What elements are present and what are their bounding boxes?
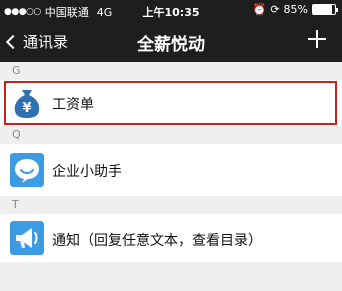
section-header-g: G: [0, 62, 342, 80]
status-right: ⏰ ⟳ 85%: [252, 3, 338, 16]
svg-text:¥: ¥: [22, 101, 31, 116]
section-header-t: T: [0, 196, 342, 214]
list-item-assistant[interactable]: 企业小助手: [0, 144, 342, 196]
rotation-lock-icon: ⟳: [270, 3, 280, 16]
list-item-label: 通知（回复任意文本，查看目录）: [52, 233, 262, 249]
add-button[interactable]: [306, 28, 328, 50]
chat-bubble-icon: [10, 153, 44, 187]
section-header-q: Q: [0, 126, 342, 144]
list-item-notice[interactable]: 通知（回复任意文本，查看目录）: [0, 214, 342, 262]
battery-percent: 85%: [283, 3, 308, 16]
status-bar: ●●●○○ 中国联通 4G 上午10:35 ⏰ ⟳ 85%: [0, 0, 342, 22]
navigation-bar: 通讯录 全薪悦动: [0, 22, 342, 62]
empty-area: [0, 262, 342, 291]
chevron-left-icon: [5, 34, 21, 49]
list-item-label: 企业小助手: [52, 164, 122, 180]
back-button-label: 通讯录: [23, 33, 69, 51]
alarm-icon: ⏰: [252, 3, 267, 16]
battery-fill: [313, 5, 332, 14]
list-item-label: 工资单: [52, 97, 94, 113]
list-item-payslip[interactable]: ¥ 工资单: [0, 80, 342, 126]
back-button[interactable]: 通讯录: [5, 31, 69, 52]
money-bag-icon: ¥: [10, 86, 44, 120]
megaphone-icon: [10, 221, 44, 255]
battery-icon: [312, 4, 338, 15]
plus-icon-vertical: [316, 30, 318, 48]
header: ●●●○○ 中国联通 4G 上午10:35 ⏰ ⟳ 85% 通讯录 全薪悦动: [0, 0, 342, 62]
